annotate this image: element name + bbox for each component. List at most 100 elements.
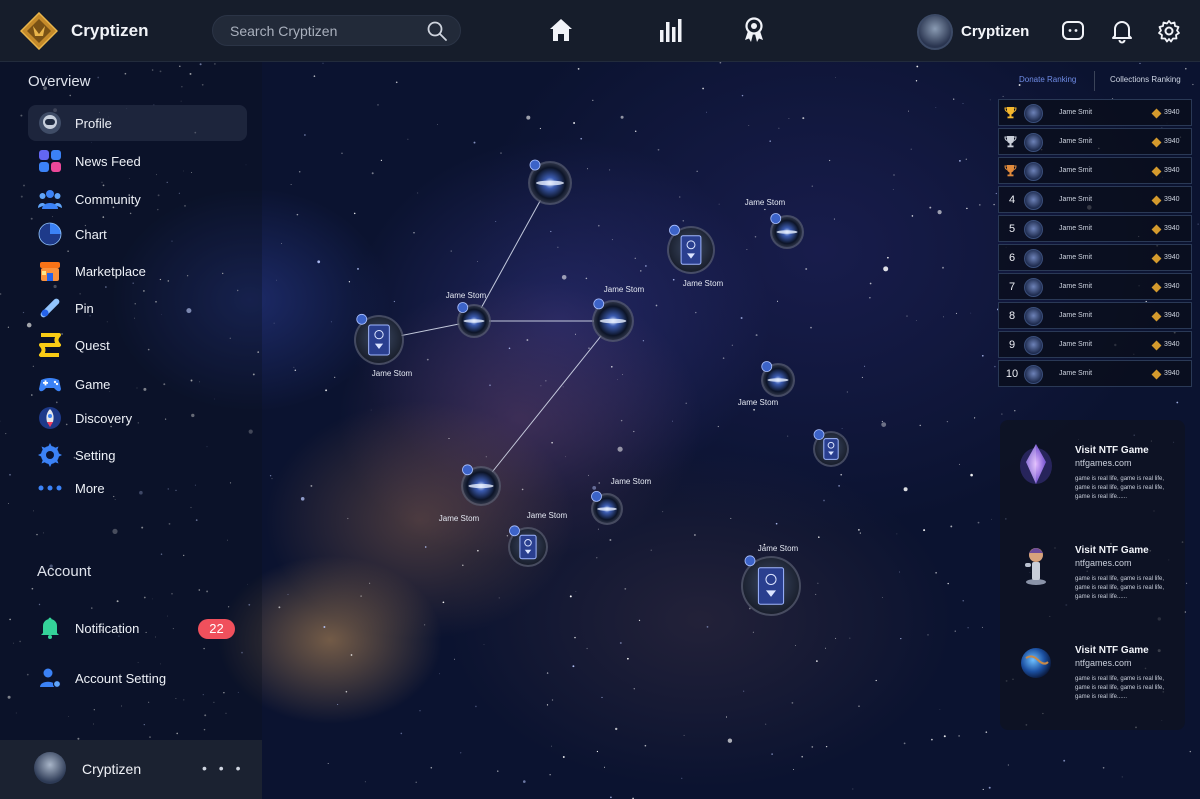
home-icon[interactable]: [547, 16, 575, 44]
stats-icon[interactable]: [656, 16, 684, 44]
tab-donate-ranking[interactable]: Donate Ranking: [1019, 75, 1076, 84]
diamond-icon: [1151, 369, 1162, 380]
network-card-node[interactable]: [508, 525, 548, 567]
network-card-node[interactable]: [813, 429, 849, 467]
ranking-score: 3940: [1164, 225, 1180, 232]
ranking-row[interactable]: 8 Jame Smit 3940: [998, 302, 1192, 329]
ranking-name: Jame Smit: [1059, 370, 1093, 377]
game-title[interactable]: Visit NTF Game: [1075, 645, 1149, 656]
ranking-name: Jame Smit: [1059, 167, 1093, 174]
sidebar-item-account-setting[interactable]: Account Setting: [28, 660, 247, 696]
ranking-name: Jame Smit: [1059, 138, 1093, 145]
game-card[interactable]: Visit NTF Game ntfgames.com game is real…: [1000, 420, 1185, 516]
sidebar-item-pin[interactable]: Pin: [28, 290, 247, 326]
sidebar-item-label: Pin: [75, 300, 94, 316]
game-description: game is real life, game is real life, ga…: [1075, 476, 1165, 500]
user-avatar[interactable]: [917, 14, 953, 50]
notification-count-badge: 22: [198, 619, 235, 639]
bell-icon[interactable]: [1109, 18, 1135, 44]
ranking-name: Jame Smit: [1059, 109, 1093, 116]
search-icon[interactable]: [426, 20, 448, 42]
network-node-label: Jame Stom: [527, 511, 568, 520]
diamond-icon: [1151, 340, 1162, 351]
ranking-row[interactable]: 6 Jame Smit 3940: [998, 244, 1192, 271]
sidebar-item-marketplace[interactable]: Marketplace: [28, 253, 247, 289]
sidebar-item-more[interactable]: More: [28, 470, 247, 506]
ranking-row[interactable]: Jame Smit 3940: [998, 99, 1192, 126]
settings-icon[interactable]: [1156, 18, 1182, 44]
user-settings-icon: [37, 665, 63, 691]
network-node[interactable]: [592, 298, 634, 342]
sidebar-item-profile[interactable]: Profile: [28, 105, 247, 141]
search-bar[interactable]: [212, 15, 461, 46]
diamond-icon: [1151, 166, 1162, 177]
ranking-avatar: [1024, 365, 1043, 384]
ranking-row[interactable]: Jame Smit 3940: [998, 157, 1192, 184]
game-promo-list: Visit NTF Game ntfgames.com game is real…: [1000, 420, 1185, 730]
game-url[interactable]: ntfgames.com: [1075, 458, 1132, 468]
sidebar-item-chart[interactable]: Chart: [28, 216, 247, 252]
ranking-row[interactable]: 5 Jame Smit 3940: [998, 215, 1192, 242]
network-node-label: Jame Stom: [738, 398, 779, 407]
network-node-label: Jame Stom: [758, 544, 799, 553]
network-node[interactable]: [770, 213, 804, 250]
brand-name: Cryptizen: [71, 21, 149, 40]
award-icon[interactable]: [740, 16, 768, 44]
sidebar-item-discovery[interactable]: Discovery: [28, 400, 247, 436]
rank-position: 8: [1008, 310, 1016, 322]
chart-icon: [37, 221, 63, 247]
search-input[interactable]: [230, 22, 420, 40]
game-card[interactable]: Visit NTF Game ntfgames.com game is real…: [1000, 620, 1185, 716]
sidebar-item-game[interactable]: Game: [28, 366, 247, 402]
ranking-avatar: [1024, 191, 1043, 210]
sidebar-item-label: Quest: [75, 337, 110, 353]
gamepad-icon: [37, 371, 63, 397]
cryptizen-logo-icon[interactable]: [20, 12, 58, 50]
astronaut-avatar-icon: [37, 110, 63, 136]
ranking-score: 3940: [1164, 312, 1180, 319]
network-card-node[interactable]: [354, 313, 404, 365]
rank-position: 9: [1008, 339, 1016, 351]
sidebar-item-label: Game: [75, 376, 111, 392]
sidebar-item-news-feed[interactable]: News Feed: [28, 143, 247, 179]
ranking-avatar: [1024, 133, 1043, 152]
sidebar-item-community[interactable]: Community: [28, 181, 247, 217]
game-title[interactable]: Visit NTF Game: [1075, 545, 1149, 556]
ranking-row[interactable]: 10 Jame Smit 3940: [998, 360, 1192, 387]
ranking-name: Jame Smit: [1059, 254, 1093, 261]
ranking-row[interactable]: 4 Jame Smit 3940: [998, 186, 1192, 213]
ranking-name: Jame Smit: [1059, 225, 1093, 232]
ranking-avatar: [1024, 249, 1043, 268]
more-options-button[interactable]: • • •: [202, 760, 244, 776]
ranking-name: Jame Smit: [1059, 312, 1093, 319]
network-card-node[interactable]: [741, 555, 801, 616]
diamond-icon: [1151, 282, 1162, 293]
rank-position: 4: [1008, 194, 1016, 206]
network-node[interactable]: [591, 490, 623, 525]
diamond-icon: [1151, 224, 1162, 235]
diamond-icon: [1151, 108, 1162, 119]
bottom-user-bar[interactable]: Cryptizen • • •: [0, 740, 262, 799]
chat-icon[interactable]: [1060, 18, 1086, 44]
network-node[interactable]: [457, 302, 491, 339]
network-link: [473, 182, 551, 322]
ranking-score: 3940: [1164, 167, 1180, 174]
game-url[interactable]: ntfgames.com: [1075, 658, 1132, 668]
crystal-icon: [1020, 444, 1052, 484]
ranking-row[interactable]: Jame Smit 3940: [998, 128, 1192, 155]
ranking-row[interactable]: 7 Jame Smit 3940: [998, 273, 1192, 300]
network-node[interactable]: [761, 361, 795, 398]
tab-collections-ranking[interactable]: Collections Ranking: [1110, 75, 1181, 84]
game-card[interactable]: Visit NTF Game ntfgames.com game is real…: [1000, 520, 1185, 616]
user-name[interactable]: Cryptizen: [961, 23, 1029, 40]
ranking-row[interactable]: 9 Jame Smit 3940: [998, 331, 1192, 358]
network-node-label: Jame Stom: [683, 279, 724, 288]
game-title[interactable]: Visit NTF Game: [1075, 445, 1149, 456]
network-card-node[interactable]: [667, 224, 715, 274]
sidebar-item-label: Marketplace: [75, 263, 146, 279]
network-node[interactable]: [461, 464, 501, 506]
sidebar-item-quest[interactable]: Quest: [28, 327, 247, 363]
sidebar-item-setting[interactable]: Setting: [28, 437, 247, 473]
game-url[interactable]: ntfgames.com: [1075, 558, 1132, 568]
network-node[interactable]: [528, 159, 572, 205]
